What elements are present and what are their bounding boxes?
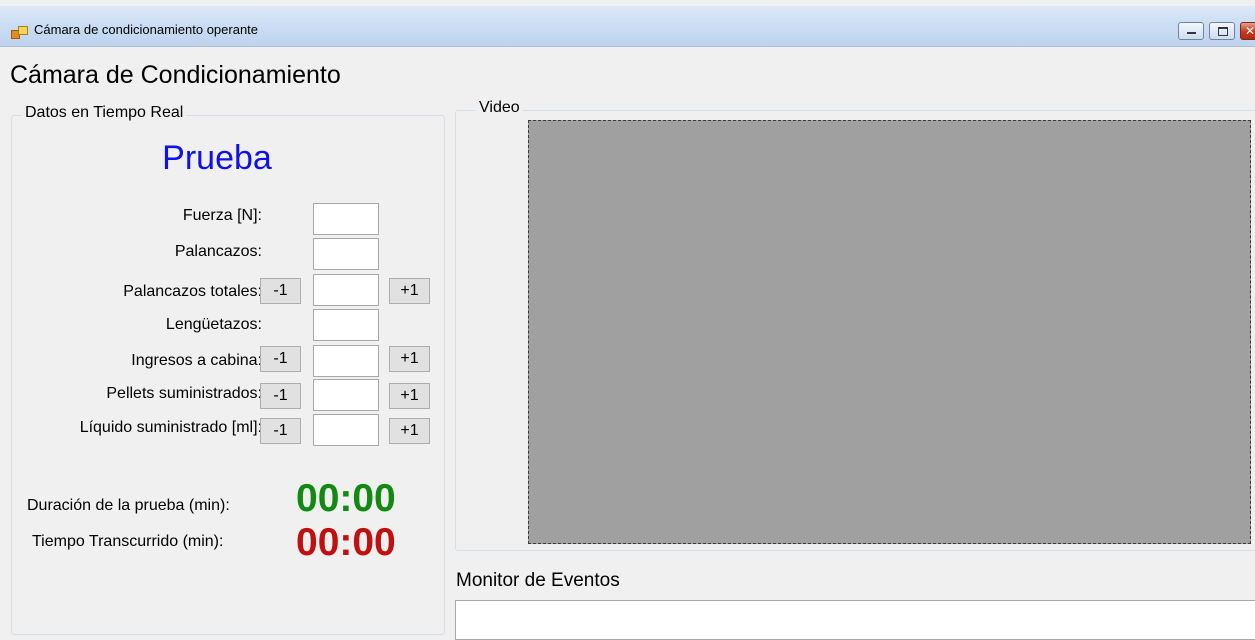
palancazos-totales-label: Palancazos totales: xyxy=(123,283,262,300)
palancazos-totales-field[interactable] xyxy=(313,274,379,306)
pellets-increment-button[interactable]: +1 xyxy=(389,383,430,409)
ingresos-label: Ingresos a cabina: xyxy=(131,352,262,369)
event-monitor-textbox[interactable] xyxy=(455,600,1255,640)
lenguetazos-field[interactable] xyxy=(313,309,379,341)
video-group-label: Video xyxy=(476,99,523,117)
pellets-decrement-button[interactable]: -1 xyxy=(260,383,301,409)
palancazos-field[interactable] xyxy=(313,238,379,270)
pellets-label: Pellets suministrados: xyxy=(106,385,262,402)
ingresos-decrement-button[interactable]: -1 xyxy=(260,346,301,372)
ingresos-increment-button[interactable]: +1 xyxy=(389,346,430,372)
transcurrido-timer: 00:00 xyxy=(296,521,396,564)
app-heading: Cámara de Condicionamiento xyxy=(10,61,341,89)
duracion-label: Duración de la prueba (min): xyxy=(27,497,230,514)
video-display xyxy=(528,120,1251,544)
palancazos-totales-increment-button[interactable]: +1 xyxy=(389,278,430,304)
lenguetazos-label: Lengüetazos: xyxy=(165,316,262,333)
event-monitor-label: Monitor de Eventos xyxy=(456,570,620,591)
fuerza-label: Fuerza [N]: xyxy=(182,207,262,224)
close-button[interactable]: ✕ xyxy=(1240,22,1255,40)
liquido-decrement-button[interactable]: -1 xyxy=(260,418,301,444)
window-title: Cámara de condicionamiento operante xyxy=(34,22,259,37)
close-icon: ✕ xyxy=(1245,24,1255,38)
liquido-increment-button[interactable]: +1 xyxy=(389,418,430,444)
liquido-field[interactable] xyxy=(313,414,379,446)
minimize-icon xyxy=(1187,32,1196,34)
ingresos-field[interactable] xyxy=(313,345,379,377)
duracion-timer: 00:00 xyxy=(296,477,396,520)
minimize-button[interactable] xyxy=(1178,22,1204,40)
liquido-label: Líquido suministrado [ml]: xyxy=(79,419,262,436)
palancazos-label: Palancazos: xyxy=(174,243,262,260)
realtime-group-label: Datos en Tiempo Real xyxy=(22,104,187,122)
title-bar: Cámara de condicionamiento operante ✕ xyxy=(0,6,1255,47)
maximize-icon xyxy=(1218,27,1228,36)
transcurrido-label: Tiempo Transcurrido (min): xyxy=(32,533,224,550)
mode-title: Prueba xyxy=(162,139,272,177)
palancazos-totales-decrement-button[interactable]: -1 xyxy=(260,278,301,304)
pellets-field[interactable] xyxy=(313,379,379,411)
app-icon xyxy=(11,26,28,39)
fuerza-field[interactable] xyxy=(313,203,379,235)
maximize-button[interactable] xyxy=(1209,22,1235,40)
